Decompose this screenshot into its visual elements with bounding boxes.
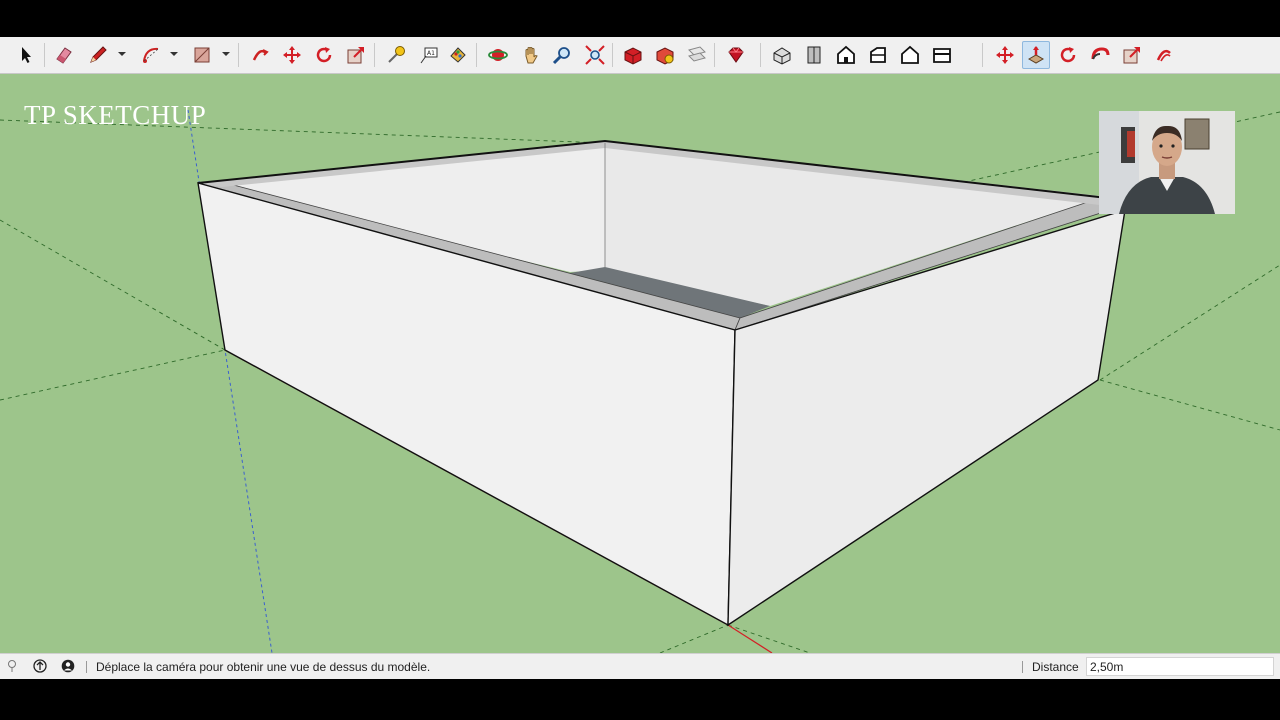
rotate-icon	[316, 47, 332, 63]
ruby-icon	[728, 47, 744, 63]
back-view-button[interactable]	[896, 41, 924, 69]
rectangle-tool-button[interactable]	[188, 41, 216, 69]
pencil-icon	[90, 46, 107, 63]
offset-icon	[1156, 49, 1171, 62]
offset-tool-button[interactable]	[1150, 41, 1178, 69]
push-pull-icon	[1027, 46, 1045, 64]
status-separator	[1022, 661, 1023, 673]
iso-view-button[interactable]	[768, 41, 796, 69]
pan-tool-button[interactable]	[517, 41, 545, 69]
zoom-tool-button[interactable]	[548, 41, 576, 69]
back-view-icon	[901, 45, 919, 64]
tape-measure-tool-button[interactable]	[382, 41, 410, 69]
push-pull-tool-button-2[interactable]	[1022, 41, 1050, 69]
move-icon	[996, 46, 1014, 64]
warehouse-icon	[624, 47, 642, 65]
arc-icon	[143, 47, 159, 63]
chevron-down-icon[interactable]	[117, 49, 127, 59]
left-view-icon	[933, 48, 951, 63]
tape-measure-icon	[388, 46, 405, 63]
push-pull-icon	[252, 49, 269, 61]
iso-view-icon	[773, 47, 791, 65]
left-view-button[interactable]	[928, 41, 956, 69]
paint-bucket-icon	[450, 47, 466, 63]
rectangle-icon	[194, 47, 210, 63]
rotate-tool-button-2[interactable]	[1054, 41, 1082, 69]
model-scene	[0, 109, 1280, 653]
measurements-label: Distance	[1032, 660, 1079, 674]
scale-tool-button-2[interactable]	[1118, 41, 1146, 69]
measurements-input[interactable]: 2,50m	[1086, 657, 1274, 676]
scale-tool-button[interactable]	[342, 41, 370, 69]
top-view-button[interactable]	[800, 41, 828, 69]
status-separator	[86, 661, 87, 673]
credits-icon[interactable]	[33, 659, 47, 673]
letterbox-top	[0, 0, 1280, 37]
layout-button[interactable]	[683, 41, 711, 69]
top-view-icon	[807, 46, 821, 64]
rotate-icon	[1060, 47, 1076, 63]
letterbox-bottom	[0, 679, 1280, 720]
scale-icon	[1123, 47, 1140, 64]
arc-tool-button[interactable]	[137, 41, 165, 69]
toolbar-separator	[714, 43, 715, 67]
select-icon	[22, 47, 31, 63]
follow-me-tool-button[interactable]	[1086, 41, 1114, 69]
toolbar-separator	[374, 43, 375, 67]
pan-icon	[525, 47, 538, 64]
text-icon: A1	[420, 47, 438, 64]
move-tool-button[interactable]	[278, 41, 306, 69]
geolocation-icon[interactable]	[5, 659, 19, 673]
scale-icon	[347, 47, 364, 64]
orbit-icon	[488, 49, 508, 61]
layout-icon	[688, 46, 706, 62]
follow-me-icon	[1091, 47, 1110, 60]
toolbar-separator	[982, 43, 983, 67]
eraser-icon	[56, 47, 72, 64]
paint-bucket-tool-button[interactable]	[444, 41, 472, 69]
toolbar-separator	[612, 43, 613, 67]
chevron-down-icon[interactable]	[221, 49, 231, 59]
right-view-icon	[870, 47, 886, 63]
extension-warehouse-button[interactable]	[651, 41, 679, 69]
toolbar-separator	[476, 43, 477, 67]
eraser-tool-button[interactable]	[50, 41, 78, 69]
zoom-extents-tool-button[interactable]	[581, 41, 609, 69]
front-view-icon	[837, 45, 855, 64]
toolbar-separator	[44, 43, 45, 67]
svg-text:A1: A1	[427, 50, 435, 57]
select-tool-button[interactable]	[12, 41, 40, 69]
ruby-console-button[interactable]	[722, 41, 750, 69]
right-view-button[interactable]	[864, 41, 892, 69]
toolbar-separator	[760, 43, 761, 67]
user-account-icon[interactable]	[61, 659, 75, 673]
move-icon	[283, 46, 301, 64]
zoom-icon	[552, 47, 570, 65]
model-viewport[interactable]: TP SKETCHUP	[0, 74, 1280, 653]
push-pull-tool-button[interactable]	[246, 41, 274, 69]
text-tool-button[interactable]: A1	[415, 41, 443, 69]
rotate-tool-button[interactable]	[310, 41, 338, 69]
orbit-tool-button[interactable]	[484, 41, 512, 69]
toolbar-separator	[238, 43, 239, 67]
move-tool-button-2[interactable]	[991, 41, 1019, 69]
extension-warehouse-icon	[656, 47, 674, 65]
status-message: Déplace la caméra pour obtenir une vue d…	[96, 660, 431, 674]
chevron-down-icon[interactable]	[169, 49, 179, 59]
pencil-tool-button[interactable]	[84, 41, 112, 69]
warehouse-button[interactable]	[619, 41, 647, 69]
presenter-image	[1099, 111, 1235, 214]
webcam-overlay	[1099, 111, 1235, 214]
video-watermark-title: TP SKETCHUP	[24, 100, 207, 130]
main-toolbar: A1	[0, 37, 1280, 74]
zoom-extents-icon	[585, 45, 605, 65]
front-view-button[interactable]	[832, 41, 860, 69]
status-bar: Déplace la caméra pour obtenir une vue d…	[0, 653, 1280, 679]
